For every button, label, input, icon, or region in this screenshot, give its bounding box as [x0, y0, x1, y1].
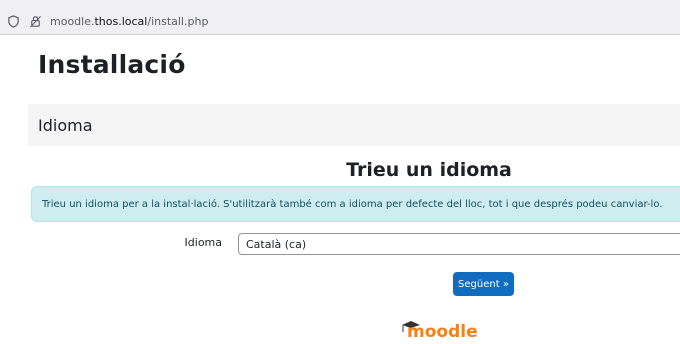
info-alert-text: Trieu un idioma per a la instal·lació. S… [42, 198, 663, 210]
url-path: /install.php [147, 14, 209, 28]
url-prefix: moodle. [50, 14, 95, 28]
language-select[interactable]: Català (ca) [238, 233, 680, 255]
info-alert: Trieu un idioma per a la instal·lació. S… [31, 186, 680, 222]
section-header-label: Idioma [38, 115, 93, 135]
lock-icon[interactable] [28, 14, 42, 28]
shield-icon[interactable] [6, 14, 20, 28]
moodle-logo-text: moodle [407, 322, 478, 340]
next-button[interactable]: Següent » [453, 272, 514, 296]
browser-url-bar[interactable]: moodle.thos.local/install.php [0, 8, 680, 35]
moodle-logo: moodle [400, 316, 480, 342]
language-select-value: Català (ca) [246, 237, 307, 251]
url-host: thos.local [94, 14, 148, 28]
choose-language-heading: Trieu un idioma [346, 159, 512, 181]
section-header: Idioma [28, 104, 680, 146]
page-title: Installació [38, 50, 186, 79]
url-text[interactable]: moodle.thos.local/install.php [50, 15, 208, 28]
language-label: Idioma [184, 236, 222, 249]
